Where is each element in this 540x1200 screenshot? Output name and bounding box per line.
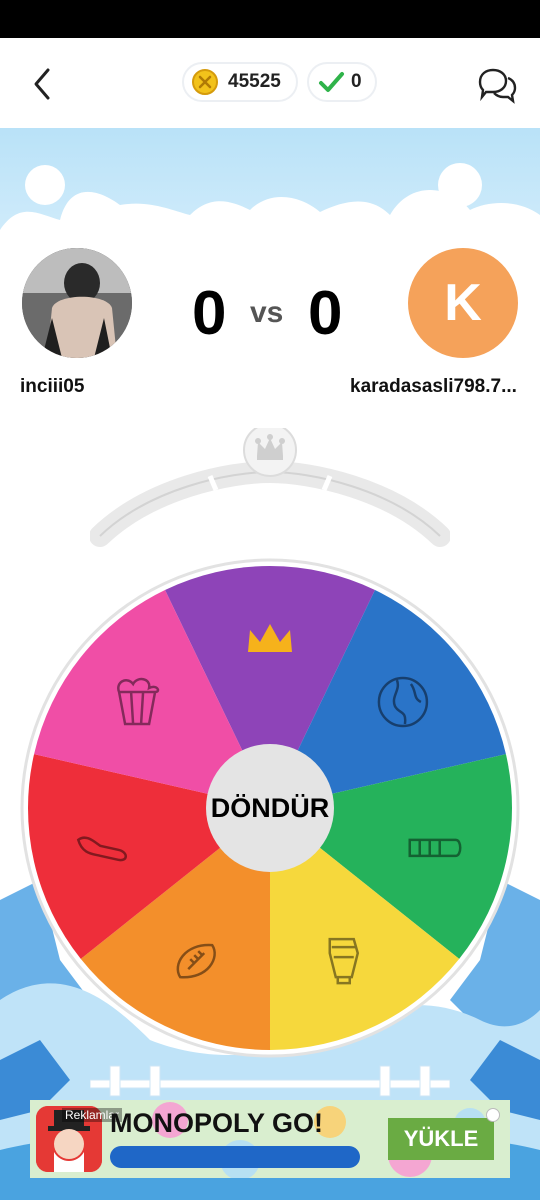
crown-icon	[255, 434, 285, 460]
ad-progress-bar	[110, 1146, 360, 1168]
ad-banner[interactable]: Reklamlar MONOPOLY GO! YÜKLE	[30, 1100, 510, 1178]
spin-button[interactable]: DÖNDÜR	[206, 744, 334, 872]
player2-avatar[interactable]: K	[408, 248, 518, 358]
correct-count: 0	[351, 71, 362, 92]
vs-label: vs	[250, 296, 284, 329]
coin-icon	[192, 69, 218, 95]
game-scene: K 0 vs 0 inciii05 karadasasli798.7... DÖ…	[0, 128, 540, 1200]
top-bar: 45525 0	[0, 38, 540, 128]
profile-photo	[22, 248, 132, 358]
coin-count: 45525	[228, 71, 281, 92]
player2-name: karadasasli798.7...	[350, 376, 517, 397]
coins-counter[interactable]: 45525	[182, 62, 298, 102]
back-arrow-icon[interactable]	[26, 64, 62, 104]
correct-answers-counter[interactable]: 0	[307, 62, 377, 102]
player2-initial: K	[444, 274, 482, 332]
player2-score: 0	[308, 279, 343, 348]
chat-icon[interactable]	[476, 64, 518, 104]
fence-decoration	[90, 1065, 450, 1097]
status-bar	[0, 0, 540, 38]
player1-avatar[interactable]	[22, 248, 132, 358]
player1-score: 0	[192, 279, 227, 348]
spin-button-label: DÖNDÜR	[210, 792, 330, 823]
checkmark-icon	[319, 72, 344, 92]
ad-title: MONOPOLY GO!	[110, 1108, 324, 1138]
ad-close-icon[interactable]	[486, 1108, 500, 1122]
ad-install-button[interactable]: YÜKLE	[388, 1118, 494, 1160]
player1-name: inciii05	[20, 376, 85, 397]
